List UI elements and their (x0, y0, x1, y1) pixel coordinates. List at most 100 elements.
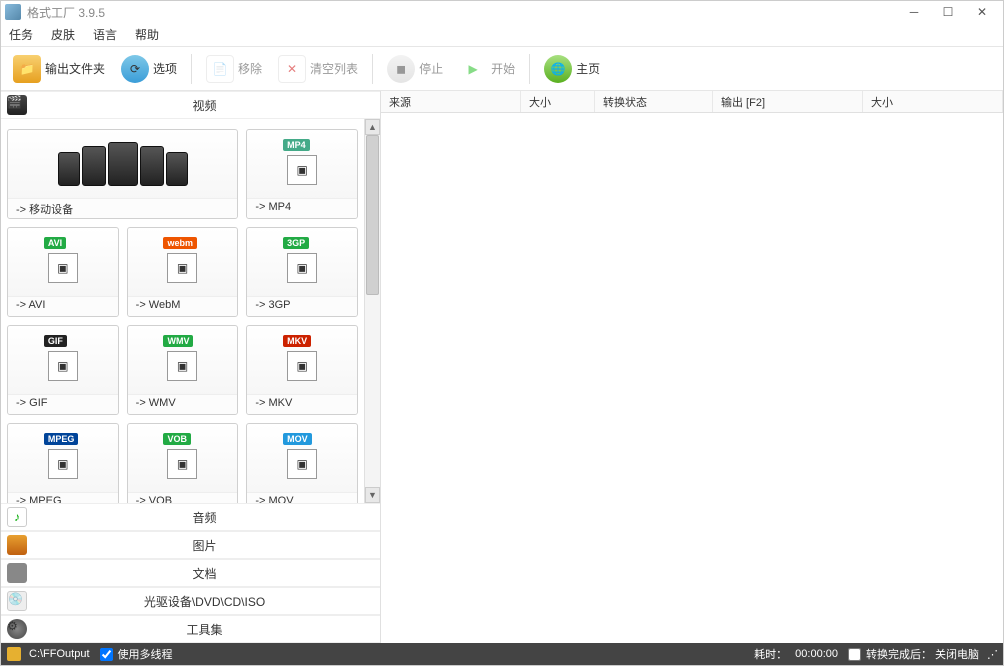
menu-task[interactable]: 任务 (9, 26, 33, 43)
options-icon: ⟳ (121, 55, 149, 83)
output-path[interactable]: C:\FFOutput (29, 648, 90, 660)
col-size[interactable]: 大小 (521, 91, 595, 112)
format-tile-image (8, 130, 237, 198)
right-panel: 来源 大小 转换状态 输出 [F2] 大小 (381, 91, 1003, 643)
left-panel: 🎬 视频 -> 移动设备MP4▣-> MP4AVI▣-> AVIwebm▣-> … (1, 91, 381, 643)
format-file-icon: ▣ (48, 253, 78, 283)
remove-label: 移除 (238, 60, 262, 77)
grid-scrollbar[interactable]: ▲ ▼ (364, 119, 380, 503)
resize-grip[interactable]: ⋰ (987, 648, 997, 661)
format-badge: VOB (163, 433, 191, 445)
format-file-icon: ▣ (287, 155, 317, 185)
format-badge: WMV (163, 335, 193, 347)
status-folder-icon[interactable] (7, 647, 21, 661)
multithread-toggle[interactable]: 使用多线程 (98, 646, 173, 662)
category-tools[interactable]: ⚙ 工具集 (1, 615, 380, 643)
format-tile-image: 3GP ▣ (247, 228, 357, 296)
category-audio-label: 音频 (35, 509, 374, 526)
after-conversion-label: 转换完成后： (866, 646, 932, 662)
video-category-icon: 🎬 (7, 95, 27, 115)
format-tile-image: AVI ▣ (8, 228, 118, 296)
format-tile-image: webm▣ (128, 228, 238, 296)
menu-lang[interactable]: 语言 (93, 26, 117, 43)
maximize-button[interactable]: ☐ (931, 2, 965, 22)
menu-help[interactable]: 帮助 (135, 26, 159, 43)
format-tile-3gp[interactable]: 3GP▣-> 3GP (246, 227, 358, 317)
category-drive-label: 光驱设备\DVD\CD\ISO (35, 593, 374, 610)
scroll-thumb[interactable] (366, 135, 379, 295)
format-file-icon: ▣ (48, 449, 78, 479)
format-tile-mkv[interactable]: MKV ▣ -> MKV (246, 325, 358, 415)
home-icon: 🌐 (544, 55, 572, 83)
format-tile-label: -> 移动设备 (8, 198, 237, 218)
scroll-down-button[interactable]: ▼ (365, 487, 380, 503)
format-tile-image: MKV ▣ (247, 326, 357, 394)
category-tools-label: 工具集 (35, 621, 374, 638)
format-file-icon: ▣ (167, 253, 197, 283)
format-badge: MP4 (283, 139, 310, 151)
format-badge: MPEG (44, 433, 79, 445)
format-badge: MKV (283, 335, 311, 347)
format-tile-label: -> AVI (8, 296, 118, 316)
format-tile-avi[interactable]: AVI ▣ -> AVI (7, 227, 119, 317)
format-file-icon: ▣ (48, 351, 78, 381)
document-category-icon (7, 563, 27, 583)
after-conversion-toggle[interactable]: 转换完成后： 关闭电脑 (846, 646, 979, 662)
format-tile-label: -> MKV (247, 394, 357, 414)
category-document[interactable]: 文档 (1, 559, 380, 587)
category-image-label: 图片 (35, 537, 374, 554)
audio-category-icon: ♪ (7, 507, 27, 527)
multithread-checkbox[interactable] (100, 648, 113, 661)
task-list-body[interactable] (381, 113, 1003, 643)
play-icon: ▶ (459, 55, 487, 83)
format-tile-webm[interactable]: webm▣-> WebM (127, 227, 239, 317)
format-tile-mpeg[interactable]: MPEG ▣ -> MPEG (7, 423, 119, 503)
format-file-icon: ▣ (287, 449, 317, 479)
start-button[interactable]: ▶ 开始 (453, 51, 521, 87)
category-document-label: 文档 (35, 565, 374, 582)
options-button[interactable]: ⟳ 选项 (115, 51, 183, 87)
image-category-icon (7, 535, 27, 555)
format-tile-label: -> MOV (247, 492, 357, 503)
format-badge: 3GP (283, 237, 309, 249)
category-audio[interactable]: ♪ 音频 (1, 503, 380, 531)
format-tile-mp4[interactable]: MP4▣-> MP4 (246, 129, 358, 219)
options-label: 选项 (153, 60, 177, 77)
format-tile-mov[interactable]: MOV▣-> MOV (246, 423, 358, 503)
format-tile-[interactable]: -> 移动设备 (7, 129, 238, 219)
close-button[interactable]: ✕ (965, 2, 999, 22)
category-video[interactable]: 🎬 视频 (1, 91, 380, 119)
format-tile-label: -> WebM (128, 296, 238, 316)
scroll-up-button[interactable]: ▲ (365, 119, 380, 135)
menu-skin[interactable]: 皮肤 (51, 26, 75, 43)
after-conversion-checkbox[interactable] (848, 648, 861, 661)
home-button[interactable]: 🌐 主页 (538, 51, 606, 87)
drive-category-icon: 💿 (7, 591, 27, 611)
remove-button[interactable]: 📄 移除 (200, 51, 268, 87)
col-source[interactable]: 来源 (381, 91, 521, 112)
format-file-icon: ▣ (287, 253, 317, 283)
clear-list-button[interactable]: ✕ 清空列表 (272, 51, 364, 87)
output-folder-button[interactable]: 📁 输出文件夹 (7, 51, 111, 87)
format-tile-label: -> MPEG (8, 492, 118, 503)
after-conversion-action: 关闭电脑 (935, 646, 979, 662)
multithread-label: 使用多线程 (118, 646, 173, 662)
stop-button[interactable]: ◼ 停止 (381, 51, 449, 87)
col-size2[interactable]: 大小 (863, 91, 1003, 112)
format-badge: AVI (44, 237, 66, 249)
format-file-icon: ▣ (287, 351, 317, 381)
minimize-button[interactable]: ─ (897, 2, 931, 22)
task-list-header: 来源 大小 转换状态 输出 [F2] 大小 (381, 91, 1003, 113)
category-image[interactable]: 图片 (1, 531, 380, 559)
menubar: 任务 皮肤 语言 帮助 (1, 23, 1003, 47)
stop-label: 停止 (419, 60, 443, 77)
format-tile-wmv[interactable]: WMV▣-> WMV (127, 325, 239, 415)
col-output[interactable]: 输出 [F2] (713, 91, 863, 112)
home-label: 主页 (576, 60, 600, 77)
format-tile-vob[interactable]: VOB▣-> VOB (127, 423, 239, 503)
format-tile-image: GIF▣ (8, 326, 118, 394)
col-status[interactable]: 转换状态 (595, 91, 713, 112)
category-drive[interactable]: 💿 光驱设备\DVD\CD\ISO (1, 587, 380, 615)
clear-icon: ✕ (278, 55, 306, 83)
format-tile-gif[interactable]: GIF▣-> GIF (7, 325, 119, 415)
